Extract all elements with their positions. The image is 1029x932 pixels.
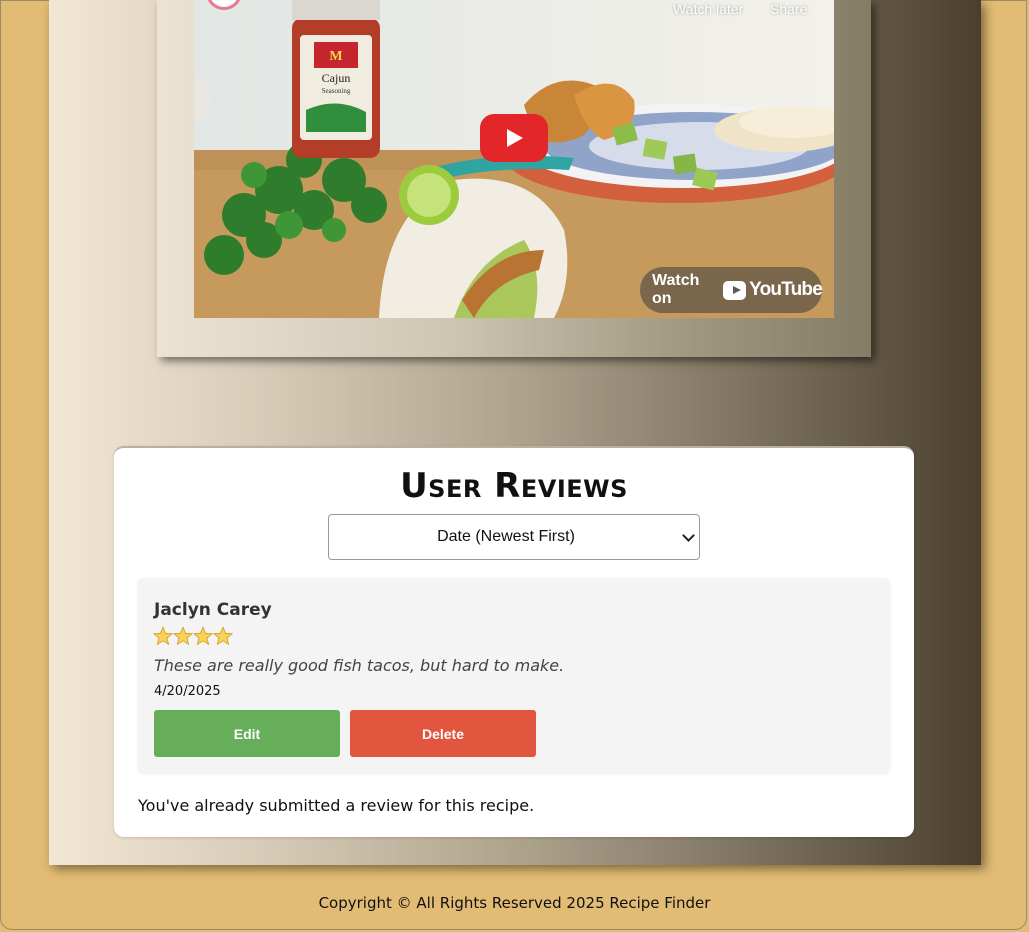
sort-selected-value: Date (Newest First) [437, 528, 575, 545]
reviewer-name: Jaclyn Carey [154, 600, 272, 620]
star-icon [213, 626, 233, 646]
sort-reviews-select[interactable]: Date (Newest First) [328, 514, 700, 560]
chevron-down-icon [682, 529, 695, 542]
star-icon [153, 626, 173, 646]
video-frame: M Cajun Seasoning Watch later Share Watc… [157, 0, 871, 357]
review-item: Jaclyn Carey These are really good fish … [138, 578, 890, 773]
play-icon [507, 129, 523, 147]
reviews-section: User Reviews Date (Newest First) Jaclyn … [114, 446, 914, 837]
youtube-video-embed[interactable]: M Cajun Seasoning Watch later Share Watc… [194, 0, 834, 318]
reviews-title: User Reviews [400, 466, 628, 506]
youtube-logo-icon [722, 280, 747, 300]
star-icon [193, 626, 213, 646]
share-button[interactable]: Share [770, 1, 807, 17]
svg-text:M: M [329, 49, 342, 64]
svg-text:Seasoning: Seasoning [322, 87, 351, 95]
spice-label-text: Cajun [322, 71, 351, 85]
watch-on-label: Watch on [652, 272, 700, 307]
watch-on-youtube-button[interactable]: Watch on YouTube [640, 267, 823, 313]
edit-review-button[interactable]: Edit [154, 710, 340, 757]
star-rating [153, 626, 233, 646]
youtube-wordmark: YouTube [749, 279, 823, 300]
review-text: These are really good fish tacos, but ha… [154, 656, 565, 675]
footer-copyright: Copyright © All Rights Reserved 2025 Rec… [318, 894, 711, 912]
delete-review-button[interactable]: Delete [350, 710, 536, 757]
play-button[interactable] [480, 114, 548, 162]
review-date: 4/20/2025 [154, 684, 221, 699]
watch-later-button[interactable]: Watch later [673, 1, 743, 17]
star-icon [173, 626, 193, 646]
already-reviewed-note: You've already submitted a review for th… [138, 796, 535, 815]
